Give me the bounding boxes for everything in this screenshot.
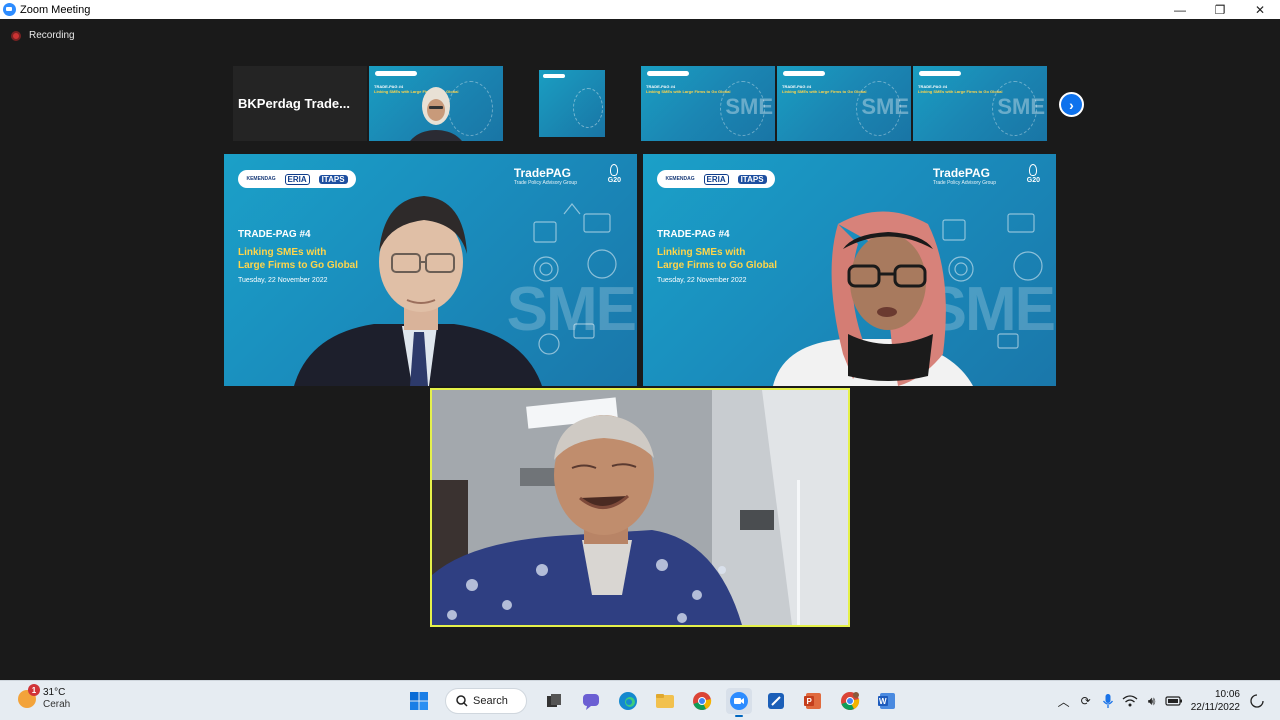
chrome-profile-icon (840, 692, 859, 710)
system-clock[interactable]: 10:06 22/11/2022 (1191, 688, 1240, 714)
participant-thumbnail[interactable]: TRADE-PAG #4 Linking SMEs with Large Firm… (369, 66, 503, 141)
system-tray: ︿ ⟳ 🔊︎ 10:06 22/11/2022 (1053, 685, 1268, 717)
weather-temperature: 31°C (43, 687, 66, 698)
edge-icon (618, 692, 637, 710)
edge-button[interactable] (615, 688, 641, 714)
active-speaker-tile[interactable] (430, 388, 850, 627)
volume-icon[interactable]: 🔊︎ (1141, 690, 1163, 712)
battery-icon[interactable] (1163, 690, 1185, 712)
svg-text:W: W (879, 697, 887, 706)
maximize-button[interactable]: ❐ (1200, 0, 1240, 19)
participant-name: BKPerdag Trade... (238, 96, 350, 111)
participant-thumbnail[interactable]: TRADE-PAG #4 Linking SMEs with Large Firm… (913, 66, 1047, 141)
recording-icon (11, 30, 21, 41)
powerpoint-icon: P (803, 693, 821, 709)
participant-video-tile[interactable]: KEMENDAG ERIA ITAPS TradePAG Trade Polic… (643, 154, 1056, 386)
clock-time: 10:06 (1214, 689, 1240, 700)
teams-chat-button[interactable] (578, 688, 604, 714)
teams-chat-icon (582, 694, 599, 710)
word-button[interactable]: W (874, 688, 900, 714)
wifi-icon[interactable] (1119, 690, 1141, 712)
search-icon (456, 695, 468, 707)
close-button[interactable]: ✕ (1240, 0, 1280, 19)
folder-icon (655, 694, 674, 708)
microphone-icon[interactable] (1097, 690, 1119, 712)
weather-description: Cerah (43, 699, 71, 710)
svg-text:P: P (806, 697, 812, 706)
participant-video (410, 87, 462, 141)
chrome-profile-button[interactable] (837, 688, 863, 714)
next-page-button[interactable]: › (1059, 92, 1084, 117)
zoom-app-icon (3, 3, 16, 16)
minimize-button[interactable]: — (1160, 0, 1200, 19)
participant-thumbnail[interactable]: TRADE-PAG #4 Linking SMEs with Large Firm… (777, 66, 911, 141)
chevron-right-icon: › (1069, 96, 1074, 113)
powerpoint-button[interactable]: P (800, 688, 826, 714)
whiteboard-icon (767, 693, 784, 709)
windows-taskbar: 1 31°C Cerah Search P W ︿ ⟳ 🔊︎ 10:06 22/… (0, 680, 1280, 720)
clock-date: 22/11/2022 (1190, 702, 1240, 713)
weather-badge: 1 (28, 684, 40, 696)
search-label: Search (473, 695, 508, 707)
participant-video (294, 196, 617, 386)
participant-video-tile[interactable]: KEMENDAG ERIA ITAPS TradePAG Trade Polic… (224, 154, 637, 386)
chevron-up-icon[interactable]: ︿ (1053, 690, 1075, 712)
window-title: Zoom Meeting (20, 3, 91, 16)
participant-thumbnail[interactable]: TRADE-PAG #4 Linking SMEs with Large Firm… (641, 66, 775, 141)
zoom-window: Zoom Meeting — ❐ ✕ Recording BKPerdag Tr… (0, 0, 1280, 720)
whiteboard-button[interactable] (763, 688, 789, 714)
taskbar-apps: Search P W (400, 687, 905, 717)
file-explorer-button[interactable] (652, 688, 678, 714)
chrome-icon (692, 692, 711, 710)
zoom-button[interactable] (725, 688, 752, 717)
zoom-icon (729, 692, 748, 710)
recording-label: Recording (29, 30, 75, 41)
participant-name-tile[interactable]: BKPerdag Trade... (233, 66, 367, 141)
window-controls: — ❐ ✕ (1160, 0, 1280, 19)
participant-video (432, 390, 848, 625)
participant-thumbnail[interactable] (505, 66, 639, 141)
title-bar: Zoom Meeting — ❐ ✕ (0, 0, 1280, 19)
shared-slide-thumbnail (539, 70, 605, 137)
task-view-button[interactable] (541, 688, 567, 714)
start-button[interactable] (406, 688, 432, 714)
participant-video (773, 211, 1043, 386)
sync-icon[interactable]: ⟳ (1075, 690, 1097, 712)
taskbar-search[interactable]: Search (445, 688, 527, 714)
notification-icon[interactable] (1246, 690, 1268, 712)
weather-icon: 1 (18, 684, 40, 708)
chrome-button[interactable] (689, 688, 715, 714)
word-icon: W (877, 693, 895, 709)
windows-start-icon (409, 692, 428, 710)
task-view-icon (546, 694, 561, 707)
weather-widget[interactable]: 1 31°C Cerah (18, 684, 71, 711)
recording-indicator[interactable]: Recording (11, 30, 75, 41)
